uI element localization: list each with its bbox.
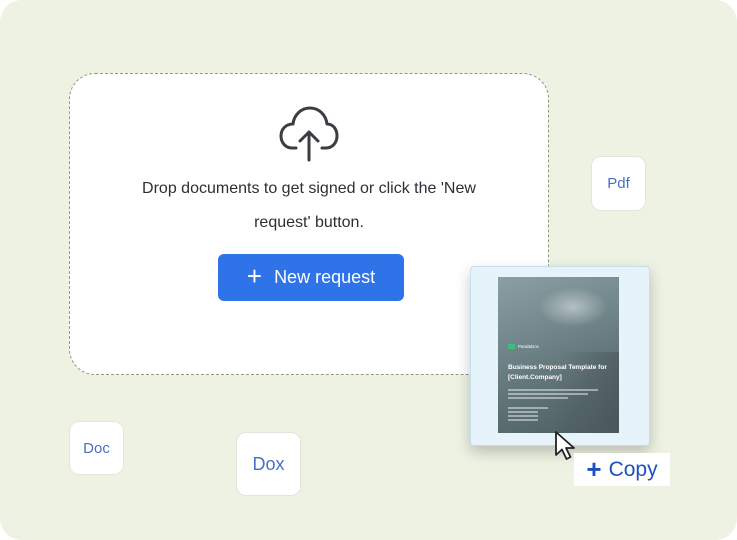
new-request-button[interactable]: + New request bbox=[218, 254, 404, 301]
cloud-upload-icon bbox=[279, 106, 339, 162]
copy-drop-indicator: + Copy bbox=[574, 453, 670, 486]
file-type-chip-doc: Doc bbox=[69, 421, 124, 475]
logo-mark-icon bbox=[508, 344, 515, 349]
file-type-chip-dox: Dox bbox=[236, 432, 301, 496]
thumbnail-body-lines bbox=[508, 389, 598, 423]
plus-icon: + bbox=[586, 453, 602, 484]
thumbnail-sky bbox=[538, 287, 608, 327]
dragged-document-card[interactable]: PandaDoc Business Proposal Template for … bbox=[470, 266, 650, 446]
thumbnail-logo: PandaDoc bbox=[508, 344, 539, 349]
new-request-label: New request bbox=[274, 267, 376, 287]
plus-icon: + bbox=[246, 261, 263, 291]
thumbnail-logo-text: PandaDoc bbox=[518, 344, 540, 349]
copy-label-text: Copy bbox=[608, 457, 658, 481]
document-thumbnail: PandaDoc Business Proposal Template for … bbox=[498, 277, 619, 433]
file-type-chip-pdf: Pdf bbox=[591, 156, 646, 211]
thumbnail-title: Business Proposal Template for [Client.C… bbox=[508, 364, 607, 381]
drop-instruction-text: Drop documents to get signed or click th… bbox=[142, 180, 476, 231]
